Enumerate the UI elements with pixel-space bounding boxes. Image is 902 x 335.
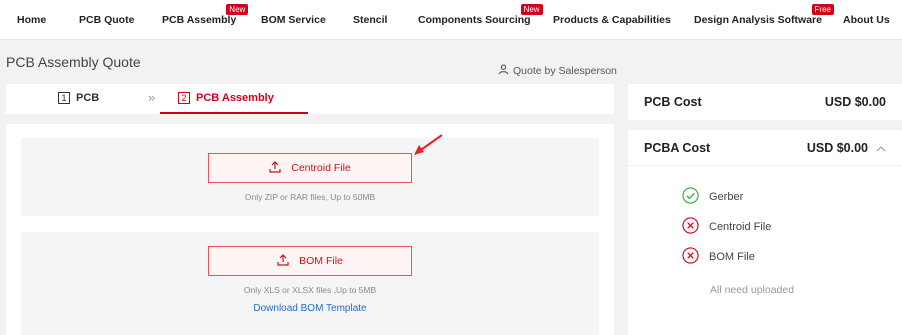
nav-home[interactable]: Home: [17, 14, 46, 26]
nav-stencil[interactable]: Stencil: [353, 14, 387, 26]
nav-stencil-label: Stencil: [353, 14, 388, 26]
status-bom-file: BOM File: [682, 247, 755, 267]
status-gerber: Gerber: [682, 187, 743, 207]
upload-icon: [277, 253, 289, 269]
pcba-cost-label: PCBA Cost: [644, 140, 711, 155]
nav-design-analysis-software[interactable]: Design Analysis Software Free: [694, 4, 834, 26]
bom-file-upload-button[interactable]: BOM File: [208, 246, 412, 276]
quote-by-salesperson-link[interactable]: Quote by Salesperson: [498, 64, 617, 78]
check-circle-icon: [682, 187, 699, 207]
step-label: PCB Assembly: [196, 92, 274, 104]
page-title: PCB Assembly Quote: [6, 54, 141, 70]
status-bom-file-label: BOM File: [709, 251, 755, 263]
nav-design-analysis-software-label: Design Analysis Software: [694, 14, 822, 26]
step-tabs: 1 PCB » 2 PCB Assembly: [6, 84, 614, 114]
nav-about-us[interactable]: About Us: [843, 14, 890, 26]
tab-step-pcb[interactable]: 1 PCB: [58, 92, 99, 104]
quote-by-salesperson-label: Quote by Salesperson: [513, 65, 617, 77]
centroid-upload-box: Centroid File Only ZIP or RAR files, Up …: [21, 138, 599, 216]
tab-step-pcb-assembly[interactable]: 2 PCB Assembly: [178, 92, 274, 104]
step-number: 1: [58, 92, 70, 104]
top-nav: Home PCB Quote PCB Assembly New BOM Servi…: [0, 0, 902, 40]
pcba-cost-value-wrap: USD $0.00: [807, 141, 886, 155]
pcb-cost-card: PCB Cost USD $0.00: [628, 84, 902, 120]
upload-icon: [269, 160, 281, 176]
status-centroid-file: Centroid File: [682, 217, 771, 237]
pcb-cost-label: PCB Cost: [644, 95, 702, 109]
new-badge: New: [226, 4, 249, 15]
upload-panel: Centroid File Only ZIP or RAR files, Up …: [6, 124, 614, 335]
chevron-up-icon[interactable]: [876, 141, 886, 155]
pcb-cost-row: PCB Cost USD $0.00: [628, 84, 902, 120]
pcba-cost-row[interactable]: PCBA Cost USD $0.00: [628, 130, 902, 166]
pcb-cost-value: USD $0.00: [824, 95, 886, 109]
nav-home-label: Home: [17, 14, 47, 26]
pointer-arrow-icon: [414, 134, 443, 155]
double-chevron-right-icon: »: [148, 90, 156, 105]
download-bom-template-link[interactable]: Download BOM Template: [21, 303, 599, 314]
nav-about-us-label: About Us: [843, 14, 890, 26]
pcba-cost-card: PCBA Cost USD $0.00 Gerber Centroid File…: [628, 130, 902, 335]
bom-upload-box: BOM File Only XLS or XLSX files ,Up to 5…: [21, 232, 599, 335]
x-circle-icon: [682, 217, 699, 237]
step-label: PCB: [76, 92, 100, 104]
nav-pcb-assembly[interactable]: PCB Assembly New: [162, 4, 249, 26]
bom-file-hint: Only XLS or XLSX files ,Up to 5MB: [243, 285, 377, 295]
person-icon: [498, 64, 509, 78]
x-circle-icon: [682, 247, 699, 267]
nav-components-sourcing[interactable]: Components Sourcing New: [418, 4, 543, 26]
status-centroid-file-label: Centroid File: [709, 221, 772, 233]
step-number: 2: [178, 92, 190, 104]
active-tab-underline: [160, 112, 308, 114]
free-badge: Free: [811, 4, 834, 15]
nav-products-capabilities-label: Products & Capabilities: [553, 14, 671, 26]
nav-bom-service-label: BOM Service: [261, 14, 326, 26]
centroid-file-hint: Only ZIP or RAR files, Up to 50MB: [244, 192, 376, 202]
bom-file-label: BOM File: [299, 255, 343, 267]
nav-pcb-quote-label: PCB Quote: [79, 14, 135, 26]
nav-bom-service[interactable]: BOM Service: [261, 14, 326, 26]
centroid-file-upload-button[interactable]: Centroid File: [208, 153, 412, 183]
status-gerber-label: Gerber: [709, 191, 744, 203]
centroid-file-label: Centroid File: [291, 162, 351, 174]
nav-pcb-quote[interactable]: PCB Quote: [79, 14, 134, 26]
all-need-uploaded-text: All need uploaded: [710, 284, 795, 296]
new-badge: New: [520, 4, 543, 15]
nav-products-capabilities[interactable]: Products & Capabilities: [553, 14, 671, 26]
nav-components-sourcing-label: Components Sourcing: [418, 14, 531, 26]
pcba-cost-value: USD $0.00: [806, 140, 868, 155]
nav-pcb-assembly-label: PCB Assembly: [162, 14, 237, 26]
